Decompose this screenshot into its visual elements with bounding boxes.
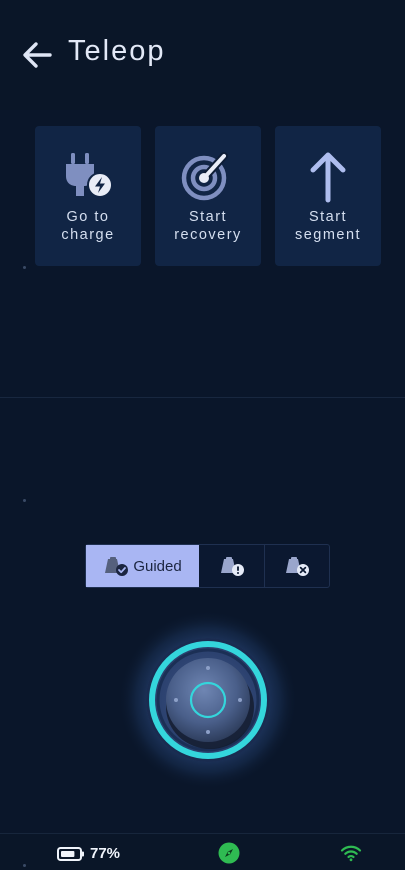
page-title: Teleop — [68, 35, 166, 67]
start-recovery-button[interactable]: Start recovery — [155, 126, 261, 266]
mode-guided-label: Guided — [133, 557, 182, 575]
map-marker-dot — [23, 266, 26, 269]
compass-icon[interactable] — [218, 842, 240, 864]
radar-icon — [181, 152, 228, 201]
robot-check-icon — [105, 557, 129, 576]
go-to-charge-label: Go to charge — [61, 209, 115, 243]
action-buttons: Go to charge Start recovery Start segmen… — [35, 126, 381, 266]
joystick-graphic — [118, 610, 298, 790]
wifi-icon — [340, 845, 362, 862]
battery-status: 77% — [57, 845, 120, 862]
mode-guided-button[interactable]: Guided — [86, 545, 199, 587]
battery-icon — [57, 846, 84, 861]
arrow-up-icon — [310, 152, 346, 203]
teleop-screen: Teleop Go to charge Start recovery Start… — [0, 0, 405, 870]
drive-mode-selector: Guided — [85, 544, 330, 588]
app-header: Teleop — [0, 0, 405, 110]
start-recovery-label: Start recovery — [174, 209, 242, 243]
robot-cancel-icon — [286, 557, 309, 576]
joystick[interactable] — [116, 610, 298, 792]
start-segment-button[interactable]: Start segment — [275, 126, 381, 266]
start-segment-label: Start segment — [294, 209, 362, 243]
battery-percentage: 77% — [90, 845, 121, 862]
plug-charge-icon — [66, 153, 113, 198]
map-marker-dot — [23, 499, 26, 502]
map-marker-dot — [23, 864, 26, 867]
section-divider — [0, 397, 405, 398]
robot-alert-icon — [220, 557, 244, 576]
mode-stopped-button[interactable] — [265, 545, 329, 587]
arrow-left-icon — [23, 42, 52, 68]
mode-warning-button[interactable] — [199, 545, 265, 587]
go-to-charge-button[interactable]: Go to charge — [35, 126, 141, 266]
back-button[interactable] — [20, 38, 54, 72]
